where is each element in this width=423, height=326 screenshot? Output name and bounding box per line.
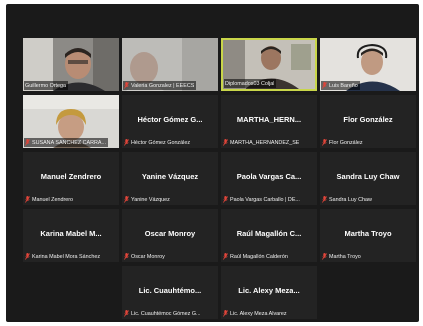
participant-name-tag: Yanine Vázquez — [123, 195, 172, 204]
participant-display-name: Héctor Gómez G... — [137, 115, 203, 124]
participant-tile[interactable]: Lic. Alexy Meza... Lic. Alexy Meza Alvar… — [221, 266, 317, 319]
video-tile[interactable]: Luis Bareño — [320, 38, 416, 91]
muted-mic-icon — [322, 196, 327, 203]
participant-display-name: Paola Vargas Ca... — [236, 172, 302, 181]
video-tile[interactable]: SUSANA SANCHEZ CARRA... — [23, 95, 119, 148]
participant-name-tag: Diplomados03 Coljal — [224, 79, 277, 88]
participant-display-name: Martha Troyo — [344, 229, 392, 238]
participant-name-tag: Flor González — [321, 138, 365, 147]
participant-tile[interactable]: Manuel Zendrero Manuel Zendrero — [23, 152, 119, 205]
participant-name-tag: Héctor Gómez González — [123, 138, 192, 147]
video-tile[interactable]: Guillermo Ortega — [23, 38, 119, 91]
participant-name-tag: Sandra Luy Chaw — [321, 195, 374, 204]
muted-mic-icon — [124, 82, 129, 89]
muted-mic-icon — [25, 139, 30, 146]
participant-display-name: Sandra Luy Chaw — [336, 172, 400, 181]
participant-name-tag: Paola Vargas Carballo | DE... — [222, 195, 302, 204]
participant-display-name: Yanine Vázquez — [141, 172, 199, 181]
muted-mic-icon — [223, 310, 228, 317]
muted-mic-icon — [223, 253, 228, 260]
participant-tile[interactable]: Karina Mabel M... Karina Mabel Mora Sánc… — [23, 209, 119, 262]
video-meeting-gallery: Guillermo Ortega Valeria Gonzalez | EEEC… — [6, 4, 419, 322]
participant-tile[interactable]: Martha Troyo Martha Troyo — [320, 209, 416, 262]
participant-tile[interactable]: Yanine Vázquez Yanine Vázquez — [122, 152, 218, 205]
participant-name-tag: Valeria Gonzalez | EEECS — [123, 81, 197, 90]
participant-tile[interactable]: Sandra Luy Chaw Sandra Luy Chaw — [320, 152, 416, 205]
muted-mic-icon — [223, 139, 228, 146]
participant-display-name: MARTHA_HERN... — [236, 115, 302, 124]
participant-tile[interactable]: Flor González Flor González — [320, 95, 416, 148]
muted-mic-icon — [25, 196, 30, 203]
participant-display-name: Lic. Cuauhtémo... — [138, 286, 202, 295]
participant-name-tag: Raúl Magallón Calderón — [222, 252, 290, 261]
participant-name-tag: Martha Troyo — [321, 252, 363, 261]
participant-tile[interactable]: Paola Vargas Ca... Paola Vargas Carballo… — [221, 152, 317, 205]
participant-display-name: Flor González — [343, 115, 393, 124]
muted-mic-icon — [124, 310, 129, 317]
participant-tile[interactable]: Oscar Monroy Oscar Monroy — [122, 209, 218, 262]
muted-mic-icon — [25, 253, 30, 260]
muted-mic-icon — [124, 253, 129, 260]
participant-name-tag: Oscar Monroy — [123, 252, 167, 261]
participant-display-name: Oscar Monroy — [144, 229, 196, 238]
participant-display-name: Lic. Alexy Meza... — [238, 286, 300, 295]
participant-tile[interactable]: Héctor Gómez G... Héctor Gómez González — [122, 95, 218, 148]
video-tile-active-speaker[interactable]: Diplomados03 Coljal — [221, 38, 317, 91]
participant-tile[interactable]: Lic. Cuauhtémo... Lic. Cuauhtémoc Gómez … — [122, 266, 218, 319]
participant-display-name: Raúl Magallón C... — [236, 229, 302, 238]
muted-mic-icon — [322, 82, 327, 89]
video-tile[interactable]: Valeria Gonzalez | EEECS — [122, 38, 218, 91]
participant-name-tag: SUSANA SANCHEZ CARRA... — [24, 138, 108, 147]
participant-name-tag: MARTHA_HERNANDEZ_SE — [222, 138, 301, 147]
muted-mic-icon — [322, 253, 327, 260]
participant-tile[interactable]: MARTHA_HERN... MARTHA_HERNANDEZ_SE — [221, 95, 317, 148]
participant-name-tag: Guillermo Ortega — [24, 81, 69, 90]
participant-name-tag: Karina Mabel Mora Sánchez — [24, 252, 102, 261]
muted-mic-icon — [223, 196, 228, 203]
muted-mic-icon — [124, 196, 129, 203]
participant-name-tag: Manuel Zendrero — [24, 195, 75, 204]
participant-display-name: Manuel Zendrero — [40, 172, 102, 181]
muted-mic-icon — [124, 139, 129, 146]
participant-name-tag: Lic. Alexy Meza Alvarez — [222, 309, 289, 318]
muted-mic-icon — [322, 139, 327, 146]
participant-tile[interactable]: Raúl Magallón C... Raúl Magallón Calderó… — [221, 209, 317, 262]
participant-name-tag: Luis Bareño — [321, 81, 360, 90]
participant-display-name: Karina Mabel M... — [40, 229, 102, 238]
participant-name-tag: Lic. Cuauhtémoc Gómez G... — [123, 309, 203, 318]
